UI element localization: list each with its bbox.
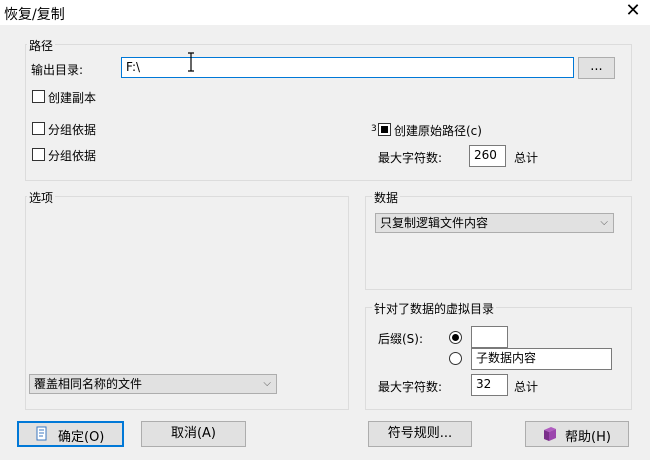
data-group [365, 196, 632, 290]
max-chars-label: 最大字符数: [378, 151, 443, 165]
ok-button[interactable]: 确定(O) [17, 421, 124, 447]
window-title: 恢复/复制 [4, 7, 65, 23]
create-copy-label: 创建副本 [48, 91, 97, 105]
suffix-input[interactable] [471, 326, 508, 348]
suffix-label: 后缀(S): [378, 332, 424, 346]
data-group-legend: 数据 [372, 189, 401, 206]
title-bar [0, 0, 650, 25]
output-dir-value: F:\ [126, 60, 141, 74]
text-cursor-icon [186, 52, 196, 72]
ok-button-label: 确定(O) [58, 430, 105, 445]
group-by-1-checkbox[interactable] [32, 122, 45, 135]
path-group-legend: 路径 [27, 37, 56, 54]
chevron-down-icon: ⌵ [263, 378, 271, 389]
create-original-path-prefix: 3 [371, 124, 377, 134]
subdata-radio[interactable] [449, 352, 462, 365]
group-by-2-label: 分组依据 [48, 149, 97, 163]
virtual-dir-group-legend: 针对了数据的虚拟目录 [372, 300, 497, 317]
create-original-path-label: 创建原始路径(c) [394, 124, 482, 138]
help-book-icon [542, 426, 558, 446]
output-dir-label: 输出目录: [31, 63, 84, 77]
virtual-max-chars-label: 最大字符数: [378, 380, 443, 394]
max-chars-unit: 总计 [514, 151, 539, 165]
help-button[interactable]: 帮助(H) [525, 421, 629, 447]
subdata-input[interactable]: 子数据内容 [471, 348, 612, 370]
overwrite-select-value: 覆盖相同名称的文件 [34, 377, 143, 391]
overwrite-select[interactable]: 覆盖相同名称的文件 ⌵ [29, 374, 277, 394]
copy-mode-select-value: 只复制逻辑文件内容 [380, 216, 489, 230]
virtual-max-chars-input[interactable]: 32 [471, 374, 508, 396]
group-by-1-label: 分组依据 [48, 123, 97, 137]
document-icon [34, 426, 50, 446]
help-button-label: 帮助(H) [565, 430, 611, 445]
options-group-legend: 选项 [27, 189, 56, 206]
suffix-radio[interactable] [449, 331, 462, 344]
chevron-down-icon: ⌵ [600, 217, 608, 228]
close-icon[interactable]: ✕ [624, 1, 642, 21]
create-copy-checkbox[interactable] [32, 90, 45, 103]
copy-mode-select[interactable]: 只复制逻辑文件内容 ⌵ [375, 213, 614, 233]
max-chars-input[interactable]: 260 [469, 145, 506, 167]
virtual-max-chars-unit: 总计 [514, 380, 539, 394]
browse-button[interactable]: ... [578, 57, 615, 79]
create-original-path-checkbox[interactable] [378, 123, 391, 136]
group-by-2-checkbox[interactable] [32, 148, 45, 161]
cancel-button[interactable]: 取消(A) [141, 421, 246, 447]
symbol-rules-button[interactable]: 符号规则... [368, 421, 472, 447]
